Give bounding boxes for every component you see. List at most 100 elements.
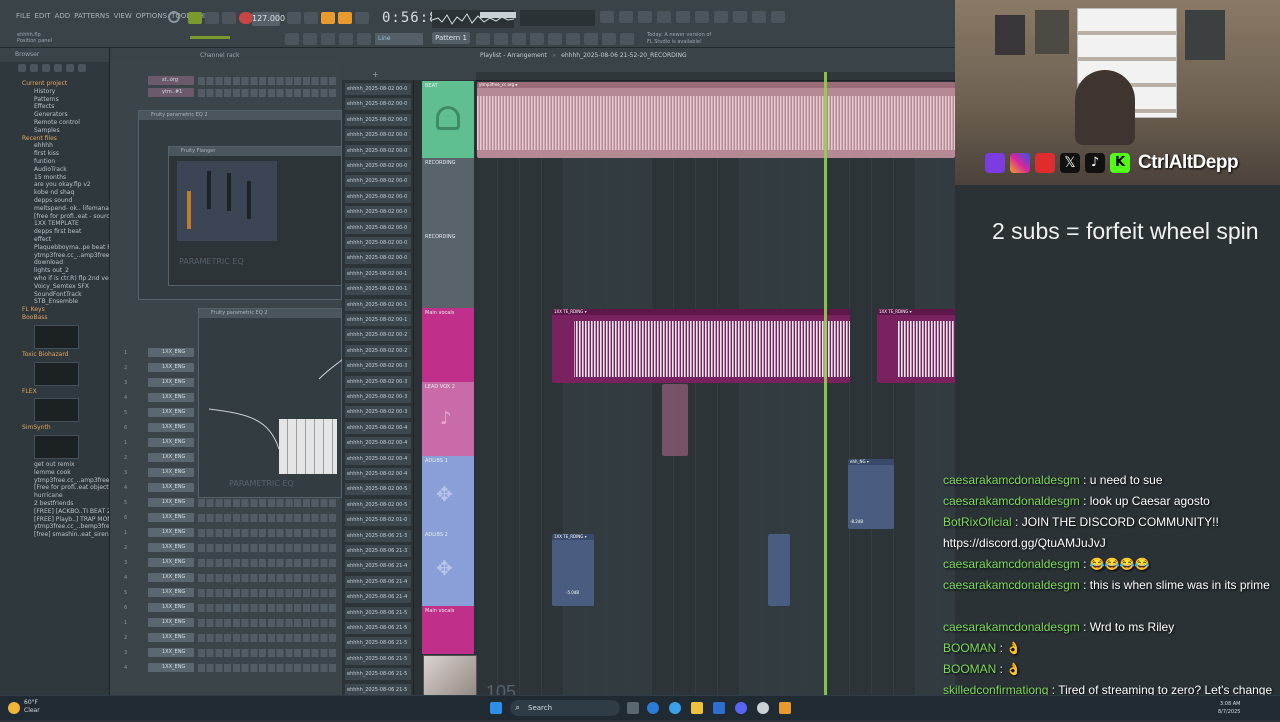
flanger-slider[interactable] (247, 181, 251, 219)
browser-tab-icon[interactable] (30, 64, 38, 72)
piano-roll-icon[interactable] (512, 33, 526, 45)
step-sequencer[interactable] (198, 649, 338, 657)
browser-item[interactable]: 15 months (0, 174, 109, 182)
pattern-clip-item[interactable]: ehhhh_2025-08-02 00-0 (345, 144, 411, 157)
flanger-slider[interactable] (207, 171, 211, 209)
browser-item[interactable]: lights out_2 (0, 267, 109, 275)
menu-item-file[interactable]: FILE (16, 12, 30, 20)
channel-rack-icon[interactable] (530, 33, 544, 45)
browser-item[interactable]: Plaquebboyma..pe beat Purty (0, 244, 109, 252)
channel-button[interactable]: 1XX_ENG (148, 618, 194, 627)
pattern-clip-item[interactable]: ehhhh_2025-08-02 00-3 (345, 391, 411, 403)
step-sequencer[interactable] (198, 77, 338, 85)
pattern-clip-item[interactable]: ehhhh_2025-08-02 00-0 (345, 221, 411, 234)
plugin-window-flanger[interactable]: Fruity Flanger PARAMETRIC EQ (168, 146, 342, 286)
plugin-picker-icon[interactable] (714, 11, 728, 23)
browser-item[interactable]: download (0, 259, 109, 267)
edge-icon[interactable] (647, 702, 659, 714)
browser-plugin[interactable]: Toxic Biohazard (0, 351, 109, 359)
adlib-clip-2[interactable]: 1XX TE_RDING ▾ -5.0dB (552, 534, 594, 606)
pattern-clip-item[interactable]: ehhhh_2025-08-06 21-5 (345, 683, 411, 696)
adlib-clip-1[interactable]: ehh_NG ▾ -8.2dB (848, 459, 894, 529)
browser-item[interactable]: SoundFontTrack (0, 291, 109, 299)
chat-icon[interactable] (752, 11, 766, 23)
magnet-icon[interactable] (357, 33, 371, 45)
browser-item[interactable]: FL Keys (0, 306, 109, 314)
track-header-main-vocals[interactable]: Main vocals (422, 308, 474, 382)
touch-icon[interactable] (602, 33, 616, 45)
menu-item-patterns[interactable]: PATTERNS (74, 12, 109, 20)
step-sequencer[interactable] (198, 619, 338, 627)
channel-button[interactable]: 1XX_ENG (148, 438, 194, 447)
pattern-clip-item[interactable]: ehhhh_2025-08-06 21-4 (345, 560, 411, 573)
browser-item[interactable]: [Free for profi..eat objective (0, 484, 109, 492)
browser-item[interactable]: ehhhh (0, 142, 109, 150)
browser-item[interactable]: [free] smashin..eat_sirens (0, 531, 109, 539)
channel-button[interactable]: 1XX_ENG (148, 423, 194, 432)
beat-audio-clip[interactable]: ytmp3free_cc.org ▾ (477, 82, 955, 158)
playlist-icon[interactable] (494, 33, 508, 45)
step-sequencer[interactable] (198, 664, 338, 672)
browser-item[interactable]: History (0, 88, 109, 96)
timeline-ruler[interactable] (476, 72, 955, 81)
step-sequencer[interactable] (198, 529, 338, 537)
pattern-clip-item[interactable]: ehhhh_2025-08-06 21-5 (345, 606, 411, 619)
main-vocal-clip-1[interactable]: 1XX TE_RDING ▾ (552, 309, 850, 383)
pattern-clip-item[interactable]: ehhhh_2025-08-02 00-1 (345, 267, 411, 280)
chrome-icon[interactable] (669, 702, 681, 714)
channel-button[interactable]: 1XX_ENG (148, 558, 194, 567)
pattern-clip-item[interactable]: ehhhh_2025-08-02 00-2 (345, 344, 411, 357)
channel-button[interactable]: st..org (148, 76, 194, 85)
pattern-clip-item[interactable]: ehhhh_2025-08-06 21-3 (345, 529, 411, 542)
browser-item[interactable]: Samples (0, 127, 109, 135)
pattern-clip-item[interactable]: ehhhh_2025-08-02 00-4 (345, 452, 411, 465)
flanger-slider[interactable] (187, 191, 191, 229)
pattern-clip-item[interactable]: ehhhh_2025-08-02 00-0 (345, 129, 411, 142)
channel-button[interactable]: ytm..#1 (148, 88, 194, 97)
browser-item[interactable]: who if is ctr.R) flp 2nd verse (0, 275, 109, 283)
browser-item[interactable]: depps first beat (0, 228, 109, 236)
browser-tab-icon[interactable] (78, 64, 86, 72)
pattern-clip-item[interactable]: ehhhh_2025-08-06 21-4 (345, 575, 411, 588)
pattern-clip-item[interactable]: ehhhh_2025-08-02 00-0 (345, 190, 411, 203)
pattern-clip-item[interactable]: ehhhh_2025-08-02 00-1 (345, 283, 411, 296)
help-icon[interactable] (695, 11, 709, 23)
browser-item[interactable]: STB_Ensemble (0, 298, 109, 306)
pattern-clip-item[interactable]: ehhhh_2025-08-02 00-0 (345, 206, 411, 219)
channel-button[interactable]: 1XX_ENG (148, 468, 194, 477)
channel-button[interactable]: 1XX_ENG (148, 483, 194, 492)
browser-item[interactable]: Remote control (0, 119, 109, 127)
browser-item[interactable]: Recent files (0, 135, 109, 143)
pattern-clip-item[interactable]: ehhhh_2025-08-02 00-3 (345, 406, 411, 419)
pattern-clip-item[interactable]: ehhhh_2025-08-06 21-5 (345, 637, 411, 650)
pattern-clip-item[interactable]: ehhhh_2025-08-06 21-3 (345, 545, 411, 557)
master-pitch-slider[interactable] (190, 36, 230, 39)
weather-widget[interactable]: 60°F Clear (24, 699, 40, 715)
audio-icon[interactable] (619, 11, 633, 23)
pattern-clip-item[interactable]: ehhhh_2025-08-02 00-4 (345, 437, 411, 450)
browser-item[interactable]: ytmp3free.cc_..amp3free.org (0, 477, 109, 485)
snap-icon[interactable] (285, 33, 299, 45)
plus-icon[interactable] (476, 33, 490, 45)
track-header-adlibs-1[interactable]: ADLIBS 1 ✥ (422, 456, 474, 530)
pattern-clip-item[interactable]: ehhhh_2025-08-06 21-5 (345, 668, 411, 681)
pattern-clip-item[interactable]: ehhhh_2025-08-02 00-3 (345, 375, 411, 388)
chat-username[interactable]: BotRixOficial (943, 515, 1012, 529)
browser-plugin[interactable]: FLEX (0, 388, 109, 396)
pattern-clip-item[interactable]: ehhhh_2025-08-06 21-4 (345, 591, 411, 604)
step-sequencer[interactable] (198, 89, 338, 97)
browser-tab-icon[interactable] (54, 64, 62, 72)
browser-item[interactable]: first kiss (0, 150, 109, 158)
chat-username[interactable]: caesarakamcdonaldesgm (943, 578, 1080, 592)
pattern-clip-item[interactable]: ehhhh_2025-08-02 00-5 (345, 498, 411, 511)
browser-plugin[interactable]: SimSynth (0, 424, 109, 432)
tempo-display[interactable]: 127.000 (252, 12, 285, 26)
news-panel[interactable]: Today: A newer version of FL Studio is a… (647, 32, 717, 46)
pattern-clip-item[interactable]: ehhhh_2025-08-02 00-1 (345, 314, 411, 326)
browser-item[interactable]: [FREE] Playb..] TRAP MONEY (0, 516, 109, 524)
channel-button[interactable]: 1XX_ENG (148, 408, 194, 417)
step-sequencer[interactable] (198, 574, 338, 582)
browser-tab-icon[interactable] (66, 64, 74, 72)
pattern-clip-item[interactable]: ehhhh_2025-08-02 00-3 (345, 360, 411, 373)
pattern-clip-item[interactable]: ehhhh_2025-08-02 00-0 (345, 175, 411, 188)
